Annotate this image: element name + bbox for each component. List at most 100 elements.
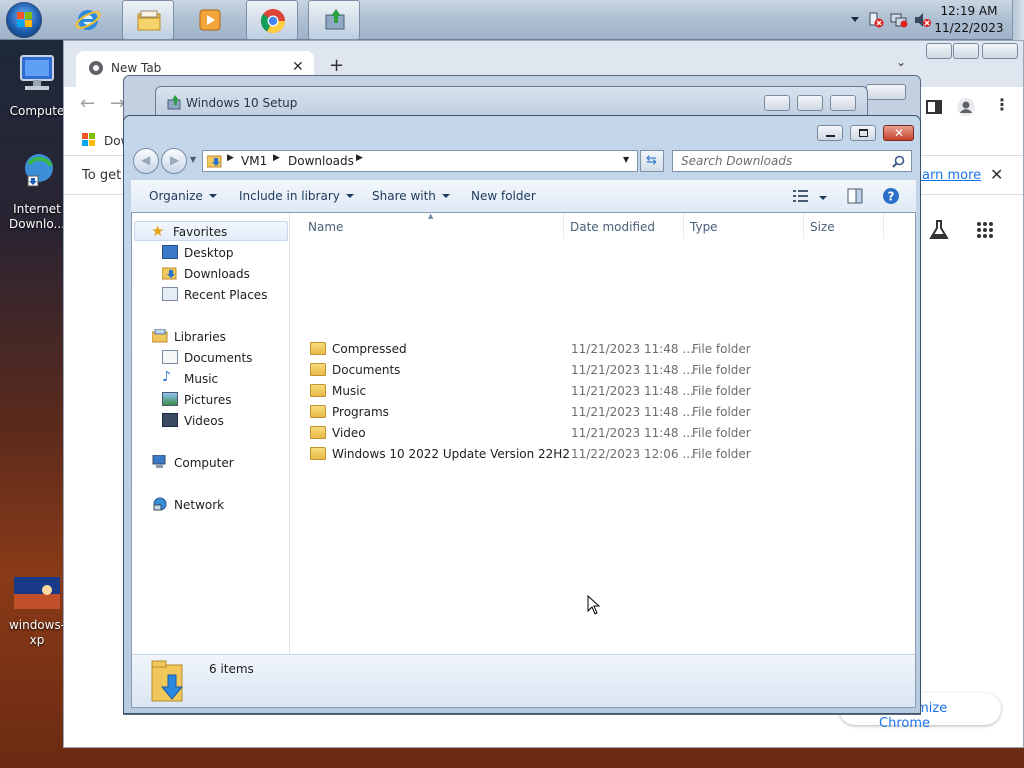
nav-item-recent-places[interactable]: Recent Places xyxy=(162,285,286,305)
chrome-maximize-button[interactable] xyxy=(953,43,979,59)
setup-minimize-button[interactable] xyxy=(764,95,790,111)
setup-close-button[interactable] xyxy=(830,95,856,111)
include-label: Include in library xyxy=(239,189,340,203)
desktop-icon-windows-xp[interactable]: windows-xp xyxy=(2,576,72,648)
preview-pane-icon[interactable] xyxy=(847,188,863,204)
folder-library-icon xyxy=(137,10,161,31)
file-row[interactable]: Documents 11/21/2023 11:48 ... File fold… xyxy=(302,359,902,380)
show-hidden-icons-icon[interactable] xyxy=(850,14,860,24)
breadcrumb-vm1[interactable]: VM1 xyxy=(241,154,267,168)
setup-icon xyxy=(167,95,181,110)
file-name: Documents xyxy=(332,363,401,377)
explorer-back-button[interactable]: ◀ xyxy=(133,148,159,174)
network-icon[interactable] xyxy=(890,12,908,28)
desktop-icon xyxy=(162,245,178,259)
include-in-library-menu[interactable]: Include in library xyxy=(239,189,354,203)
explorer-maximize-button[interactable] xyxy=(850,125,876,141)
infobar-learn-more-link[interactable]: earn more xyxy=(914,168,981,183)
file-row[interactable]: Compressed 11/21/2023 11:48 ... File fol… xyxy=(302,338,902,359)
file-row[interactable]: Programs 11/21/2023 11:48 ... File folde… xyxy=(302,401,902,422)
documents-icon xyxy=(162,350,178,364)
nav-label: Recent Places xyxy=(184,288,268,302)
share-with-menu[interactable]: Share with xyxy=(372,189,450,203)
file-date: 11/21/2023 11:48 ... xyxy=(571,363,694,377)
infobar-close-icon[interactable]: ✕ xyxy=(990,165,1003,184)
column-header-size[interactable]: Size xyxy=(804,213,884,239)
nav-item-desktop[interactable]: Desktop xyxy=(162,243,286,263)
view-options-icon[interactable] xyxy=(793,189,809,203)
explorer-forward-button[interactable]: ▶ xyxy=(161,148,187,174)
file-row[interactable]: Music 11/21/2023 11:48 ... File folder xyxy=(302,380,902,401)
windows-logo-icon xyxy=(17,12,33,28)
chrome-favicon-icon xyxy=(89,61,103,75)
back-arrow-icon[interactable]: ← xyxy=(80,93,95,114)
chrome-new-tab-button[interactable]: + xyxy=(329,55,344,76)
refresh-button[interactable]: ⇆ xyxy=(640,150,664,172)
nav-item-downloads[interactable]: Downloads xyxy=(162,264,286,284)
start-button[interactable] xyxy=(6,2,42,38)
breadcrumb-separator-icon[interactable]: ▶ xyxy=(227,153,234,163)
nav-item-pictures[interactable]: Pictures xyxy=(162,390,286,410)
taskbar-windows-setup[interactable] xyxy=(308,0,360,40)
chrome-menu-icon[interactable]: ⋮ xyxy=(994,95,1010,114)
recent-pages-dropdown-icon[interactable]: ▼ xyxy=(190,155,196,164)
column-header-date-modified[interactable]: Date modified xyxy=(564,213,684,239)
pictures-icon xyxy=(162,392,178,406)
help-icon[interactable]: ? xyxy=(882,187,900,205)
nav-item-network[interactable]: Network xyxy=(152,495,286,515)
forward-arrow-icon: ▶ xyxy=(170,153,180,167)
file-type: File folder xyxy=(692,447,751,461)
volume-muted-icon[interactable] xyxy=(914,12,932,28)
breadcrumb-separator-icon[interactable]: ▶ xyxy=(273,153,280,163)
file-row[interactable]: Windows 10 2022 Update Version 22H2 11/2… xyxy=(302,443,902,464)
file-row[interactable]: Video 11/21/2023 11:48 ... File folder xyxy=(302,422,902,443)
explorer-close-button[interactable]: ✕ xyxy=(883,125,914,141)
media-player-icon xyxy=(199,9,221,31)
action-center-icon[interactable] xyxy=(868,12,884,28)
nav-item-documents[interactable]: Documents xyxy=(162,348,286,368)
nav-item-music[interactable]: ♪ Music xyxy=(162,369,286,389)
downloads-folder-icon xyxy=(162,267,177,280)
taskbar: 12:19 AM 11/22/2023 xyxy=(0,0,1024,40)
taskbar-windows-explorer[interactable] xyxy=(122,0,174,40)
organize-menu[interactable]: Organize xyxy=(149,189,217,203)
clock[interactable]: 12:19 AM 11/22/2023 xyxy=(934,3,1004,37)
taskbar-media-player[interactable] xyxy=(184,0,236,40)
clock-time: 12:19 AM xyxy=(940,4,998,18)
chrome-tab-close-icon[interactable]: ✕ xyxy=(292,59,304,75)
breadcrumb-downloads[interactable]: Downloads xyxy=(288,154,354,168)
apps-grid-icon[interactable] xyxy=(976,221,994,239)
column-header-name[interactable]: Name ▲ xyxy=(302,212,564,239)
new-folder-button[interactable]: New folder xyxy=(471,189,536,203)
desktop-icon-computer[interactable]: Compute xyxy=(2,52,72,119)
nav-label: Computer xyxy=(174,456,234,470)
address-history-dropdown-icon[interactable]: ▼ xyxy=(623,155,629,164)
setup-back-close-button[interactable] xyxy=(866,84,906,100)
column-header-type[interactable]: Type xyxy=(684,213,804,239)
desktop-icon-internet-download-manager[interactable]: Internet Downlo... xyxy=(2,150,72,232)
address-bar[interactable]: ▶ VM1 ▶ Downloads ▶ ▼ xyxy=(202,150,638,172)
search-input[interactable]: Search Downloads xyxy=(672,150,912,172)
chrome-tab-search-icon[interactable]: ⌄ xyxy=(896,55,906,69)
nav-item-computer[interactable]: Computer xyxy=(152,453,286,473)
file-name: Windows 10 2022 Update Version 22H2 xyxy=(332,447,570,461)
nav-item-videos[interactable]: Videos xyxy=(162,411,286,431)
taskbar-chrome[interactable] xyxy=(246,0,298,40)
setup-maximize-button[interactable] xyxy=(797,95,823,111)
taskbar-internet-explorer[interactable] xyxy=(62,0,114,40)
libraries-icon xyxy=(152,329,168,343)
explorer-minimize-button[interactable] xyxy=(817,125,843,141)
microsoft-logo-icon xyxy=(82,133,95,146)
nav-item-favorites[interactable]: ★ Favorites xyxy=(134,221,288,241)
breadcrumb-separator-icon[interactable]: ▶ xyxy=(356,153,363,163)
chrome-close-button[interactable] xyxy=(982,43,1018,59)
side-panel-icon[interactable] xyxy=(926,99,942,115)
file-type: File folder xyxy=(692,405,751,419)
show-desktop-button[interactable] xyxy=(1012,0,1024,40)
view-dropdown-icon[interactable] xyxy=(819,196,827,200)
nav-item-libraries[interactable]: Libraries xyxy=(152,327,286,347)
chrome-minimize-button[interactable] xyxy=(926,43,952,59)
labs-flask-icon[interactable] xyxy=(928,219,950,241)
profile-avatar-icon[interactable] xyxy=(956,97,976,117)
recent-places-icon xyxy=(162,287,178,301)
